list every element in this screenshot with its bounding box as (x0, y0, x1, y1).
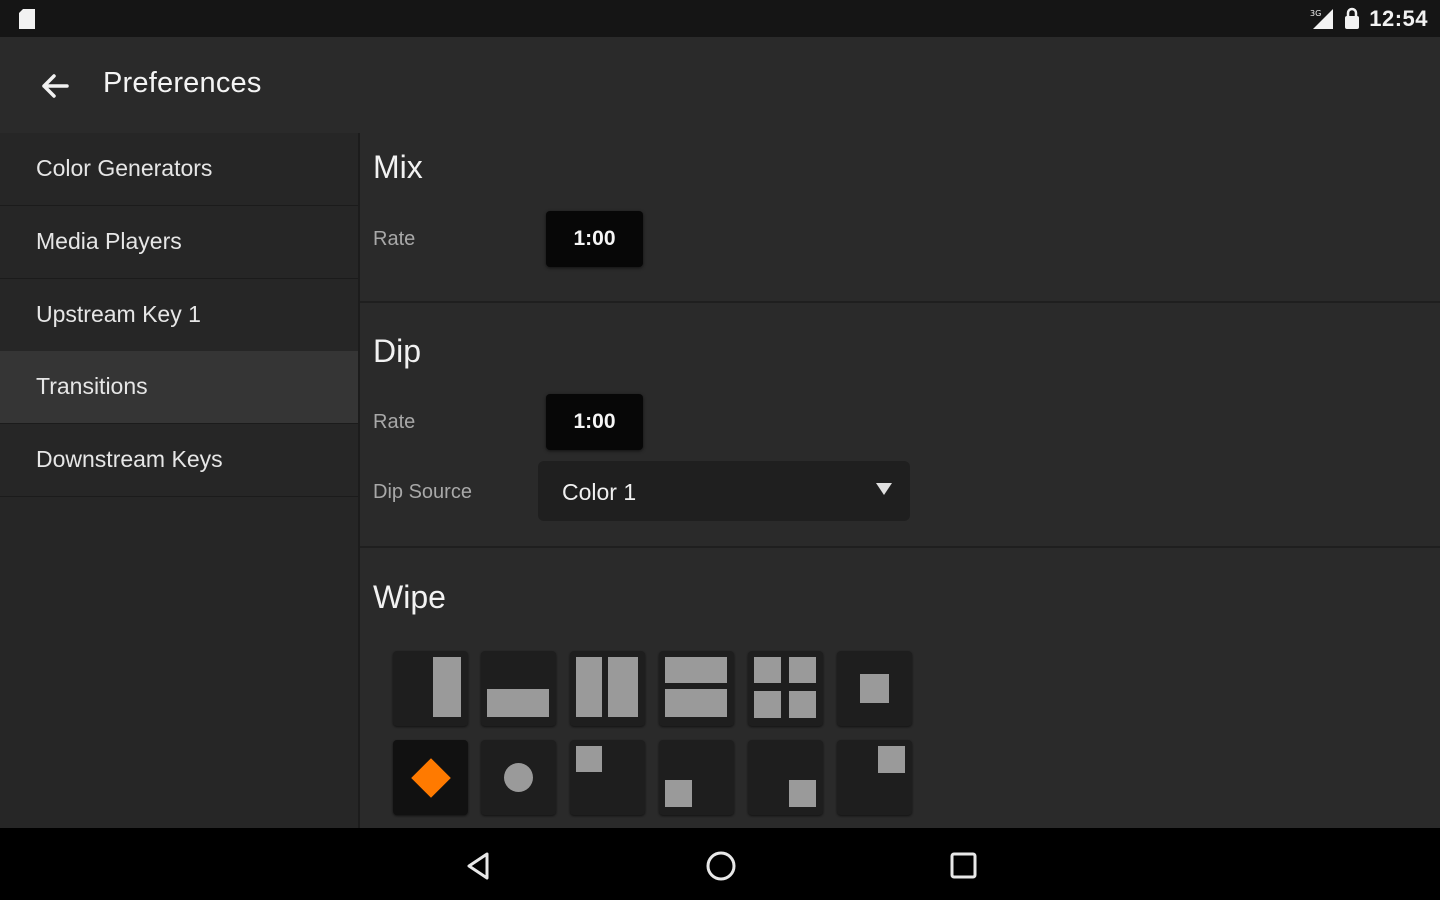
bottom-right-corner-icon (789, 780, 816, 807)
wipe-box-shape (754, 691, 781, 718)
top-right-corner-icon (878, 746, 905, 773)
wipe-barn-door-horizontal-icon (576, 657, 602, 717)
dip-source-select[interactable]: Color 1 (538, 461, 910, 521)
status-icons: 3G 12:54 (1309, 5, 1428, 33)
wipe-box-iris-icon (860, 674, 889, 703)
navigation-bar (0, 828, 1440, 900)
wipe-top-left-corner-button[interactable] (570, 740, 645, 815)
lock-icon (1345, 7, 1360, 29)
sidebar-item-label: Upstream Key 1 (36, 301, 201, 327)
wipe-box-shape (789, 657, 816, 683)
wipe-box-shape (789, 691, 816, 718)
svg-text:3G: 3G (1310, 9, 1321, 18)
wipe-bar-shape (608, 657, 638, 717)
mix-rate-button[interactable]: 1:00 (546, 211, 643, 267)
dip-rate-button[interactable]: 1:00 (546, 394, 643, 450)
dip-source-label: Dip Source (373, 481, 472, 503)
wipe-vertical-button[interactable] (481, 651, 556, 726)
wipe-four-box-button[interactable] (748, 651, 823, 726)
back-triangle-icon (467, 852, 489, 880)
wipe-bottom-left-corner-button[interactable] (659, 740, 734, 815)
wipe-vertical-icon (487, 689, 549, 717)
wipe-circle-iris-button[interactable] (481, 740, 556, 815)
wipe-top-right-corner-button[interactable] (837, 740, 912, 815)
wipe-horizontal-button[interactable] (393, 651, 468, 726)
sidebar: Color Generators Media Players Upstream … (0, 133, 358, 828)
home-circle-icon (706, 851, 736, 881)
sidebar-item-media-players[interactable]: Media Players (0, 206, 358, 279)
section-divider (360, 546, 1440, 548)
wipe-diamond-iris-button[interactable] (393, 740, 468, 815)
wipe-section-title: Wipe (373, 579, 446, 615)
mix-rate-label: Rate (373, 228, 416, 250)
dip-section-title: Dip (373, 333, 422, 369)
diamond-icon (411, 758, 451, 798)
signal-icon: 3G (1310, 9, 1334, 29)
sidebar-item-label: Media Players (36, 228, 182, 254)
sidebar-item-label: Color Generators (36, 155, 213, 181)
wipe-box-iris-button[interactable] (837, 651, 912, 726)
sidebar-item-label: Downstream Keys (36, 446, 223, 472)
nav-home-button[interactable] (701, 846, 741, 886)
page-title: Preferences (103, 67, 262, 99)
wipe-four-box-icon (754, 657, 781, 683)
status-bar: 3G 12:54 (0, 0, 1440, 37)
top-left-corner-icon (576, 746, 602, 772)
wipe-bottom-right-corner-button[interactable] (748, 740, 823, 815)
dropdown-arrow-icon (876, 483, 892, 495)
wipe-barn-door-horizontal-button[interactable] (570, 651, 645, 726)
nav-recents-button[interactable] (944, 846, 984, 886)
sidebar-item-upstream-key-1[interactable]: Upstream Key 1 (0, 279, 358, 352)
nav-back-button[interactable] (459, 846, 499, 886)
mix-section-title: Mix (373, 149, 423, 185)
dip-source-value: Color 1 (562, 479, 637, 505)
dip-rate-label: Rate (373, 411, 416, 433)
wipe-barn-door-vertical-button[interactable] (659, 651, 734, 726)
circle-icon (504, 763, 533, 792)
arrow-back-icon (42, 74, 69, 98)
sidebar-item-color-generators[interactable]: Color Generators (0, 133, 358, 206)
section-divider (360, 301, 1440, 303)
app-bar: Preferences (0, 37, 1440, 133)
status-time: 12:54 (1369, 6, 1428, 31)
sd-card-icon (19, 9, 35, 29)
wipe-pattern-grid (390, 649, 915, 819)
sidebar-item-label: Transitions (36, 373, 148, 399)
sidebar-item-downstream-keys[interactable]: Downstream Keys (0, 424, 358, 497)
bottom-left-corner-icon (665, 780, 692, 807)
wipe-barn-door-vertical-icon (665, 657, 727, 683)
transitions-panel: Mix Rate 1:00 Dip Rate 1:00 Dip Source C… (360, 133, 1440, 828)
recents-square-icon (950, 852, 977, 879)
sidebar-item-transitions[interactable]: Transitions (0, 351, 358, 424)
wipe-horizontal-icon (433, 657, 461, 717)
back-button[interactable] (30, 66, 80, 106)
wipe-bar-shape (665, 689, 727, 717)
